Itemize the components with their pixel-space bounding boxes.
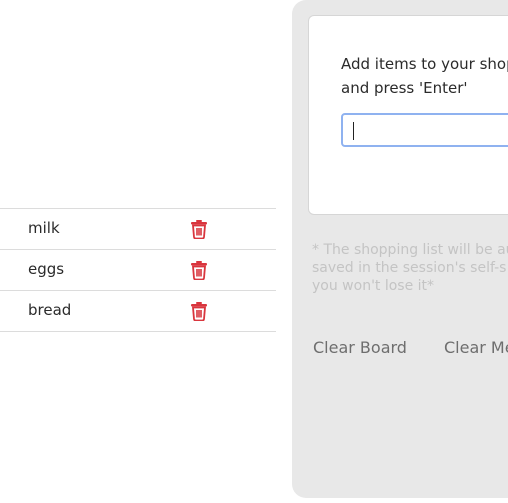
list-item: milk: [0, 209, 276, 250]
note-line: * The shopping list will be au: [312, 242, 508, 258]
shopping-list: milk eggs bread: [0, 208, 276, 332]
trash-icon[interactable]: [190, 301, 208, 321]
input-panel: Add items to your shopp and press 'Enter…: [292, 0, 508, 498]
instructions-text: Add items to your shopp and press 'Enter…: [341, 52, 508, 100]
text-caret: [353, 122, 354, 140]
item-name: milk: [28, 219, 60, 237]
list-item: bread: [0, 291, 276, 332]
item-name: eggs: [28, 260, 65, 278]
session-storage-note: * The shopping list will be au saved in …: [312, 241, 508, 295]
shopping-list-app: milk eggs bread Add items to your shopp …: [0, 0, 508, 503]
clear-memory-button[interactable]: Clear Me: [444, 338, 508, 357]
trash-icon[interactable]: [190, 260, 208, 280]
item-name: bread: [28, 301, 72, 319]
note-line: you won't lose it*: [312, 278, 435, 294]
trash-icon[interactable]: [190, 219, 208, 239]
list-item: eggs: [0, 250, 276, 291]
instructions-line: Add items to your shopp: [341, 55, 508, 73]
add-item-input[interactable]: [341, 113, 508, 147]
clear-board-button[interactable]: Clear Board: [313, 338, 407, 357]
note-line: saved in the session's self-s: [312, 260, 507, 276]
instructions-line: and press 'Enter': [341, 79, 468, 97]
add-item-card: Add items to your shopp and press 'Enter…: [308, 15, 508, 215]
